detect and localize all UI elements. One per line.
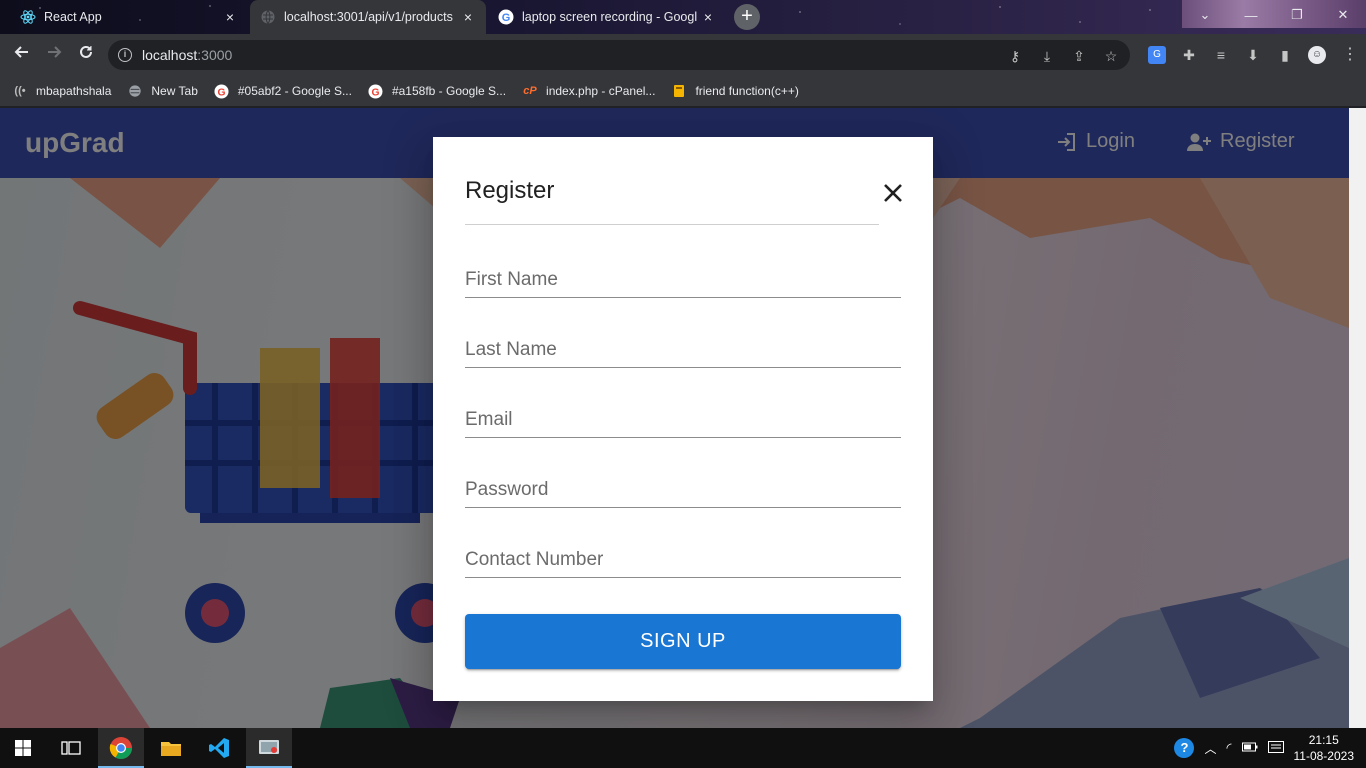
tab-search-chevron-icon[interactable]: ⌄: [1182, 0, 1228, 30]
tab-title: localhost:3001/api/v1/products: [284, 10, 453, 24]
bookmark-new-tab[interactable]: New Tab: [127, 83, 198, 99]
menu-kebab-icon[interactable]: ⋮: [1342, 46, 1358, 64]
google-icon: G: [368, 83, 384, 99]
first-name-input[interactable]: [465, 258, 901, 296]
contact-number-field: [465, 538, 901, 578]
tray-chevron-up-icon[interactable]: ︿: [1204, 740, 1216, 757]
forward-arrow-icon[interactable]: [42, 43, 66, 67]
taskbar-clock[interactable]: 21:15 11-08-2023: [1294, 732, 1355, 764]
password-input[interactable]: [465, 468, 901, 506]
first-name-field: [465, 258, 901, 298]
reading-list-icon[interactable]: ≡: [1212, 46, 1230, 64]
file-explorer-icon[interactable]: [148, 728, 194, 768]
bookmark-mbapathshala[interactable]: ((• mbapathshala: [12, 83, 111, 99]
bookmarks-bar: ((• mbapathshala New Tab G #05abf2 - Goo…: [0, 76, 1366, 106]
start-windows-icon[interactable]: [0, 728, 46, 768]
clock-date: 11-08-2023: [1293, 749, 1355, 763]
bookmark-label: #05abf2 - Google S...: [237, 84, 352, 98]
contact-number-input[interactable]: [465, 538, 901, 576]
bookmark-label: New Tab: [151, 84, 198, 98]
star-icon[interactable]: ☆: [1102, 47, 1120, 65]
clock-time: 21:15: [1308, 733, 1339, 747]
wifi-icon[interactable]: ◜: [1226, 740, 1231, 756]
svg-text:G: G: [502, 12, 511, 24]
site-info-icon[interactable]: i: [118, 48, 132, 62]
task-view-icon[interactable]: [48, 728, 94, 768]
bookmark-icon: [671, 83, 687, 99]
bookmark-label: index.php - cPanel...: [546, 84, 656, 98]
window-close-button[interactable]: ✕: [1320, 0, 1366, 30]
new-tab-button[interactable]: +: [734, 4, 760, 30]
tab-close-icon[interactable]: ×: [460, 9, 476, 25]
bookmark-label: friend function(c++): [695, 84, 799, 98]
address-host: localhost: [142, 47, 198, 63]
google-icon: G: [214, 83, 230, 99]
translate-icon[interactable]: G: [1148, 46, 1166, 64]
svg-text:G: G: [372, 87, 380, 98]
bookmark-cpanel[interactable]: cP index.php - cPanel...: [522, 83, 655, 99]
address-bar[interactable]: i localhost:3000: [108, 40, 1130, 70]
install-icon[interactable]: ⤓: [1038, 47, 1056, 65]
tab-close-icon[interactable]: ×: [700, 9, 716, 25]
react-icon: [20, 9, 36, 25]
extensions-puzzle-icon[interactable]: ✚: [1180, 46, 1198, 64]
side-panel-icon[interactable]: ▮: [1276, 46, 1294, 64]
battery-icon[interactable]: [1241, 741, 1258, 755]
register-dialog: Register SIGN UP: [433, 137, 933, 701]
tab-title: laptop screen recording - Googl: [522, 10, 698, 24]
window-controls: ⌄ — ❐ ✕: [1182, 0, 1366, 30]
globe-icon: [260, 9, 276, 25]
address-port: :3000: [197, 47, 233, 63]
tab-react-app[interactable]: React App ×: [10, 0, 248, 34]
last-name-input[interactable]: [465, 328, 901, 366]
tab-products-api[interactable]: localhost:3001/api/v1/products ×: [250, 0, 486, 34]
svg-text:G: G: [218, 87, 226, 98]
system-tray: ? ︿ ◜ 21:15 11-08-2023: [1174, 728, 1354, 768]
email-input[interactable]: [465, 398, 901, 436]
profile-avatar-icon[interactable]: ☺: [1308, 46, 1326, 64]
back-arrow-icon[interactable]: [10, 43, 34, 67]
mba-icon: ((•: [14, 85, 26, 97]
share-icon[interactable]: ⇪: [1070, 47, 1088, 65]
bookmark-label: mbapathshala: [36, 84, 112, 98]
key-icon[interactable]: ⚷: [1006, 47, 1024, 65]
chrome-taskbar-icon[interactable]: [98, 728, 144, 768]
browser-toolbar: i localhost:3000 ⚷ ⤓ ⇪ ☆ G ✚ ≡ ⬇ ▮ ☺ ⋮: [0, 34, 1366, 76]
password-field: [465, 468, 901, 508]
tab-google-search[interactable]: G laptop screen recording - Googl ×: [488, 0, 726, 34]
help-icon[interactable]: ?: [1174, 738, 1195, 758]
google-icon: G: [498, 9, 514, 25]
bookmark-google-a158fb[interactable]: G #a158fb - Google S...: [368, 83, 506, 99]
dialog-divider: [465, 224, 879, 225]
tab-close-icon[interactable]: ×: [222, 9, 238, 25]
tab-strip: React App × localhost:3001/api/v1/produc…: [0, 0, 1366, 34]
close-icon[interactable]: [879, 179, 907, 207]
cpanel-icon: cP: [523, 85, 537, 97]
reload-icon[interactable]: [74, 43, 98, 67]
restore-button[interactable]: ❐: [1274, 0, 1320, 30]
omnibox-actions: ⚷ ⤓ ⇪ ☆: [1006, 47, 1120, 65]
page-scrollbar[interactable]: [1349, 108, 1366, 728]
screen-recorder-icon[interactable]: [246, 728, 292, 768]
bookmark-google-05abf2[interactable]: G #05abf2 - Google S...: [214, 83, 352, 99]
minimize-button[interactable]: —: [1228, 0, 1274, 30]
downloads-icon[interactable]: ⬇: [1244, 46, 1262, 64]
page-viewport: upGrad Login Register: [0, 108, 1349, 728]
last-name-field: [465, 328, 901, 368]
bookmark-friend-function[interactable]: friend function(c++): [671, 83, 799, 99]
globe-icon: [127, 83, 143, 99]
sign-up-button[interactable]: SIGN UP: [465, 614, 901, 669]
windows-taskbar: ? ︿ ◜ 21:15 11-08-2023: [0, 728, 1366, 768]
dialog-title: Register: [465, 177, 555, 204]
tab-title: React App: [44, 10, 102, 24]
bookmark-label: #a158fb - Google S...: [391, 84, 507, 98]
toolbar-extensions: G ✚ ≡ ⬇ ▮ ☺: [1148, 46, 1326, 64]
email-field: [465, 398, 901, 438]
vscode-icon[interactable]: [196, 728, 242, 768]
keyboard-icon[interactable]: [1267, 740, 1284, 756]
